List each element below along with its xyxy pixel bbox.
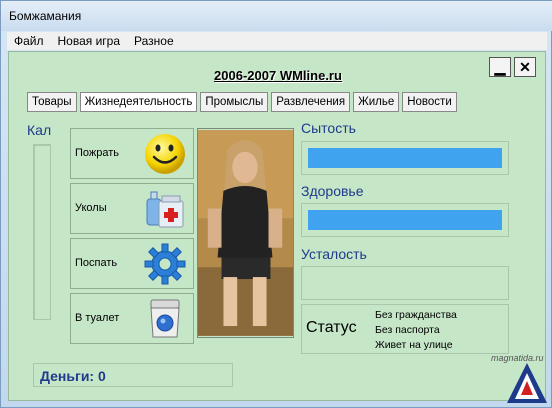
character-photo xyxy=(197,128,294,338)
status-line-passport: Без паспорта xyxy=(375,324,440,336)
tab-housing[interactable]: Жилье xyxy=(353,92,400,112)
tab-trades[interactable]: Промыслы xyxy=(200,92,269,112)
menu-new-game[interactable]: Новая игра xyxy=(51,34,128,48)
gear-icon xyxy=(144,243,186,285)
sleep-label: Поспать xyxy=(75,257,118,269)
tab-entertainment[interactable]: Развлечения xyxy=(271,92,351,112)
money-text: Деньги: 0 xyxy=(40,368,106,384)
money-display: Деньги: 0 xyxy=(33,363,233,387)
satiety-meter xyxy=(301,141,509,175)
status-title: Статус xyxy=(306,319,357,336)
site-banner: 2006-2007 WMline.ru xyxy=(214,68,342,83)
satiety-label: Сытость xyxy=(301,120,356,136)
toilet-label: В туалет xyxy=(75,312,120,324)
eat-label: Пожрать xyxy=(75,147,120,159)
tab-goods[interactable]: Товары xyxy=(27,92,77,112)
smiley-icon xyxy=(145,134,185,174)
action-list: Пожрать Уколы Поспать В туалет xyxy=(70,128,194,348)
status-panel: Статус Без гражданства Без паспорта Живе… xyxy=(301,304,509,354)
title-bar[interactable]: Бомжамания xyxy=(1,1,552,31)
menu-bar: Файл Новая игра Разное xyxy=(7,32,547,50)
health-fill xyxy=(308,210,502,230)
health-meter xyxy=(301,203,509,237)
satiety-fill xyxy=(308,148,502,168)
game-panel: 2006-2007 WMline.ru ▁ ✕ Товары Жизнедеят… xyxy=(8,51,546,401)
injection-button[interactable]: Уколы xyxy=(70,183,194,234)
app-window: Бомжамания Файл Новая игра Разное 2006-2… xyxy=(0,0,552,408)
injection-label: Уколы xyxy=(75,202,107,214)
fatigue-label: Усталость xyxy=(301,246,367,262)
health-label: Здоровье xyxy=(301,183,364,199)
minimize-button[interactable]: ▁ xyxy=(489,57,511,77)
tab-bar: Товары Жизнедеятельность Промыслы Развле… xyxy=(27,92,457,112)
status-line-citizenship: Без гражданства xyxy=(375,309,457,321)
eat-button[interactable]: Пожрать xyxy=(70,128,194,179)
window-title: Бомжамания xyxy=(9,9,82,23)
menu-misc[interactable]: Разное xyxy=(127,34,181,48)
kal-label: Кал xyxy=(27,122,52,138)
status-lines: Без гражданства Без паспорта Живет на ул… xyxy=(375,308,457,353)
toilet-icon xyxy=(150,299,180,338)
toilet-button[interactable]: В туалет xyxy=(70,293,194,344)
watermark-logo-icon xyxy=(507,363,547,403)
status-line-housing: Живет на улице xyxy=(375,339,453,351)
sleep-button[interactable]: Поспать xyxy=(70,238,194,289)
kal-meter xyxy=(33,144,51,320)
menu-file[interactable]: Файл xyxy=(7,34,51,48)
tab-news[interactable]: Новости xyxy=(402,92,457,112)
fatigue-meter xyxy=(301,266,509,300)
medicine-icon xyxy=(146,191,184,228)
tab-vital-activity[interactable]: Жизнедеятельность xyxy=(79,92,198,112)
close-button[interactable]: ✕ xyxy=(514,57,536,77)
